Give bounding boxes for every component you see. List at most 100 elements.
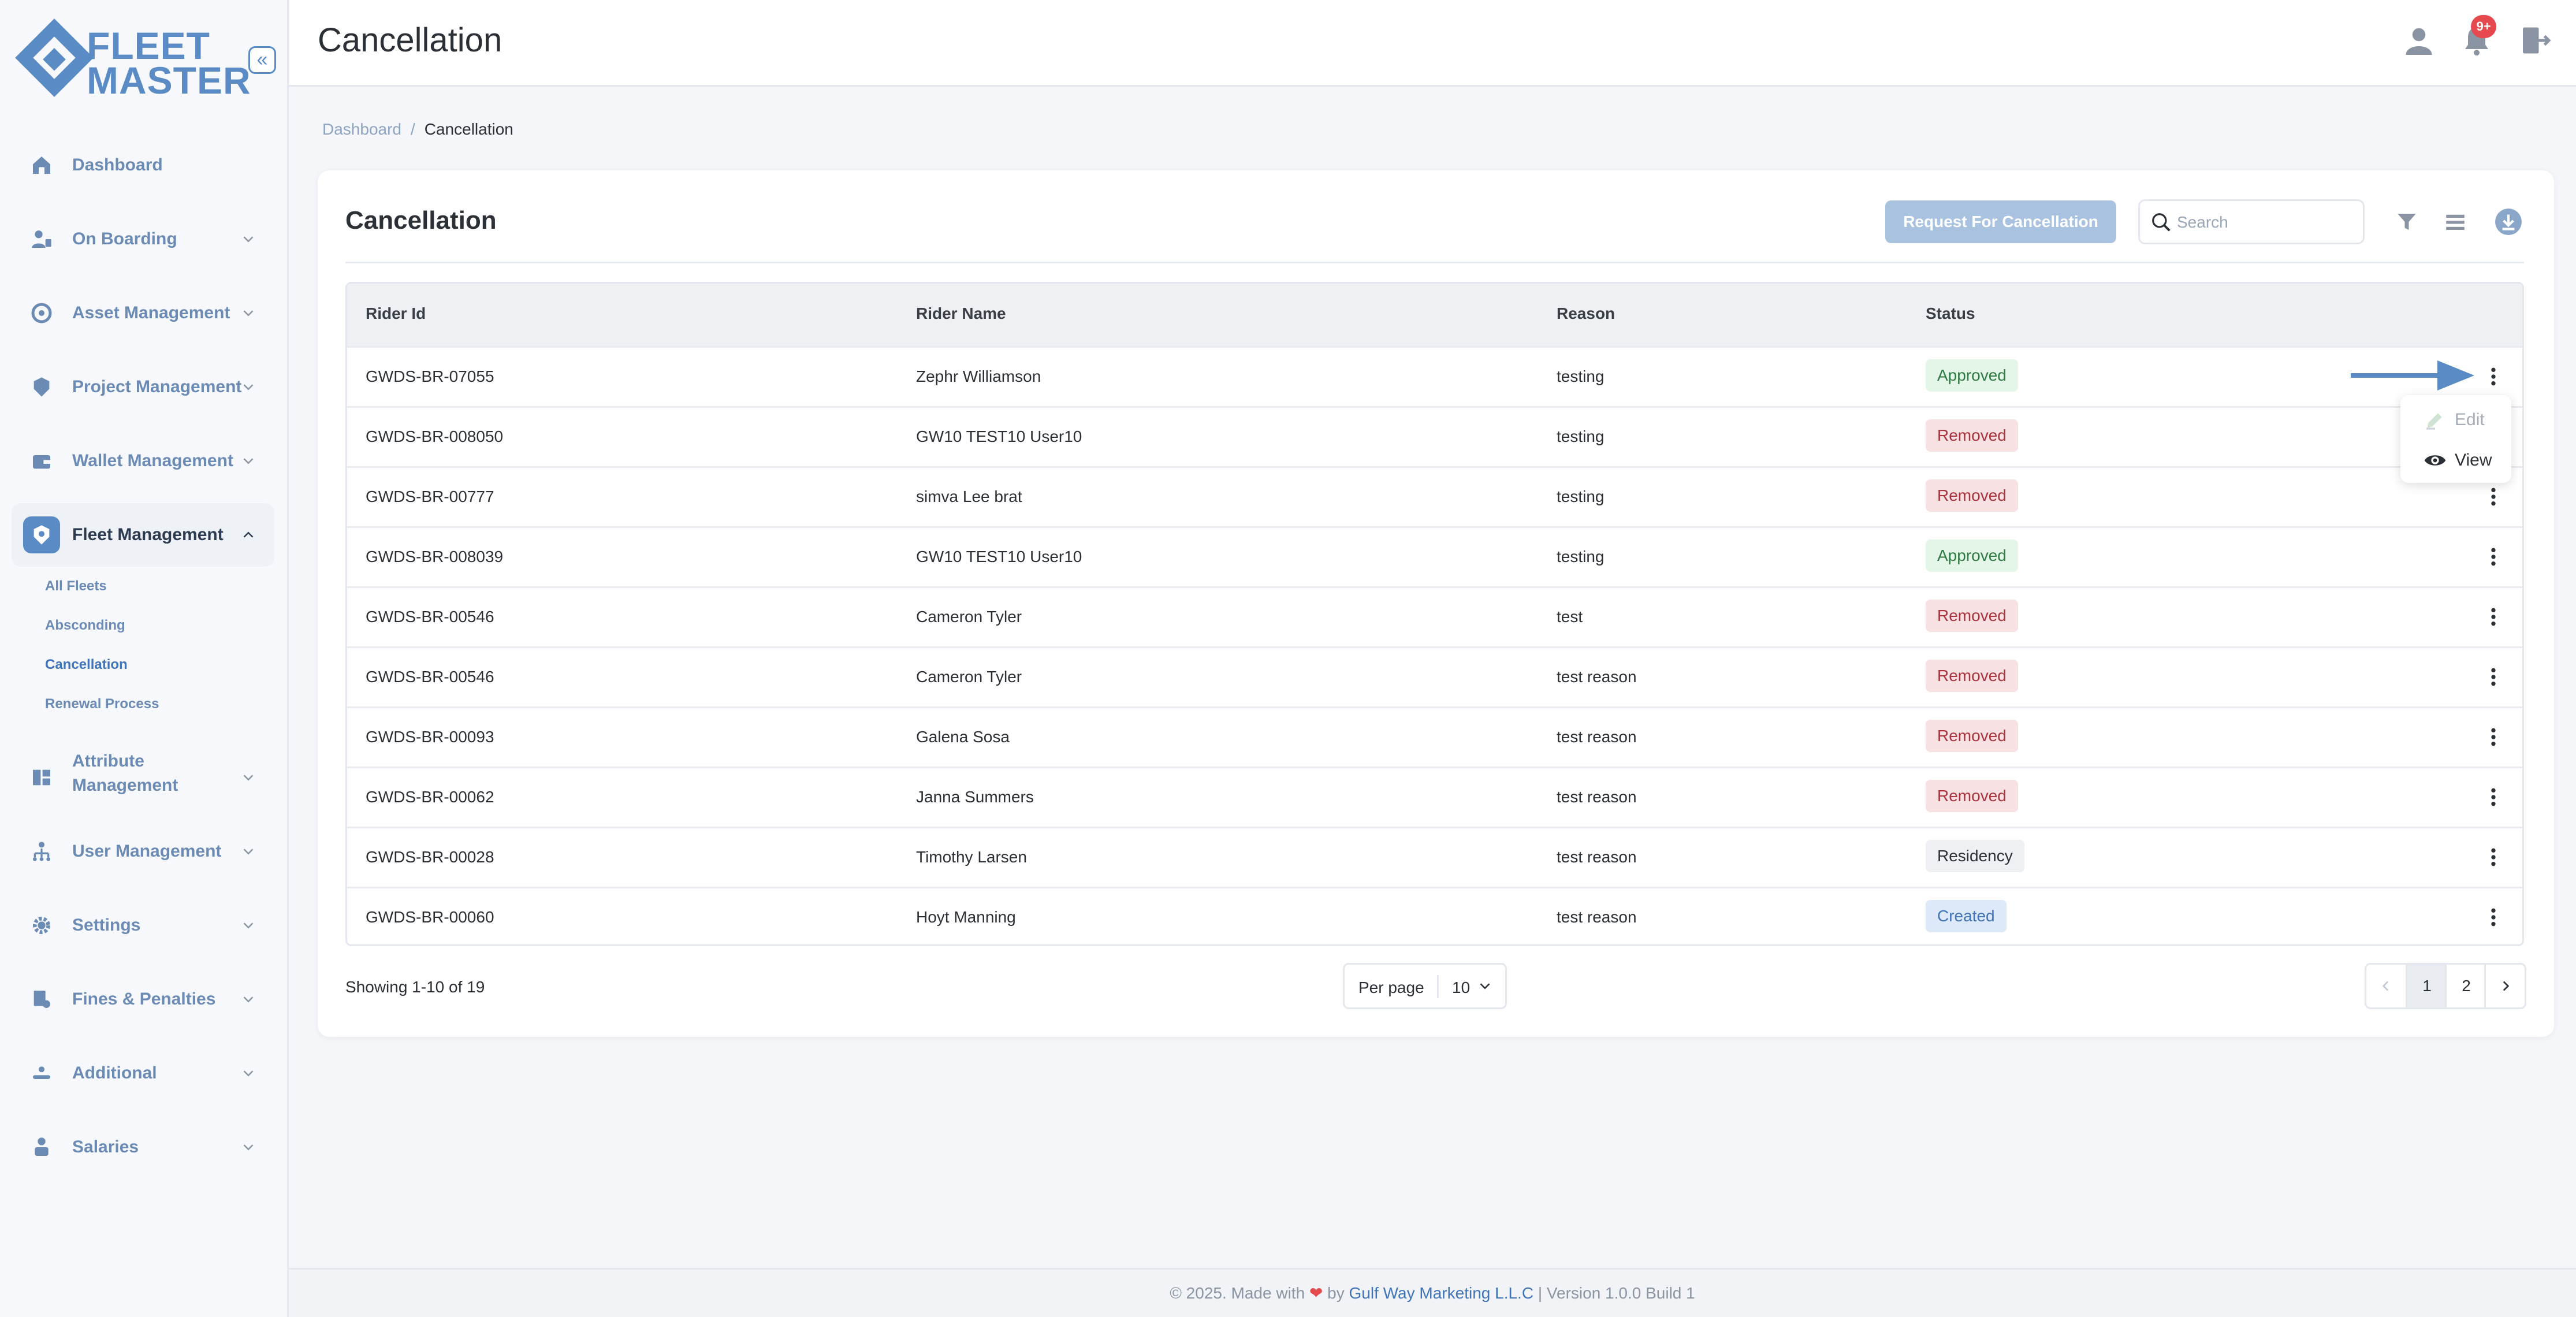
sidebar-item-settings[interactable]: Settings [12,894,274,957]
next-page-button[interactable] [2484,965,2525,1007]
collapse-sidebar-button[interactable]: « [248,46,276,74]
rider-name-cell: Janna Summers [916,788,1034,806]
table-row[interactable]: GWDS-BR-00546 Cameron Tyler test Removed [347,586,2522,646]
submenu-item-cancellation[interactable]: Cancellation [45,657,128,673]
chevron-down-icon [243,236,254,243]
sidebar-item-label: User Management [72,842,222,861]
status-badge: Removed [1926,600,2018,632]
rider-id-cell: GWDS-BR-00028 [366,848,494,866]
footer-version: | Version 1.0.0 Build 1 [1538,1284,1695,1302]
row-actions-kebab-icon[interactable] [2482,783,2505,811]
filter-icon[interactable] [2395,210,2419,234]
chevron-down-icon [243,1144,254,1151]
reason-cell: test reason [1557,848,1637,866]
request-for-cancellation-button[interactable]: Request For Cancellation [1885,200,2116,243]
page-button-2[interactable]: 2 [2445,965,2486,1007]
submenu-item-absconding[interactable]: Absconding [45,617,125,634]
card-title: Cancellation [345,206,497,235]
column-header-reason[interactable]: Reason [1557,304,1615,323]
rider-name-cell: Cameron Tyler [916,608,1022,626]
submenu-item-renewal-process[interactable]: Renewal Process [45,696,159,712]
sidebar-item-dashboard[interactable]: Dashboard [12,133,274,197]
footer-company-link[interactable]: Gulf Way Marketing L.L.C [1349,1284,1534,1302]
table-row[interactable]: GWDS-BR-00062 Janna Summers test reason Rem… [347,767,2522,827]
status-badge: Created [1926,900,2007,932]
sidebar-item-on-boarding[interactable]: On Boarding [12,207,274,271]
sidebar-item-attribute-management[interactable]: Attribute Management [12,740,274,815]
row-actions-kebab-icon[interactable] [2482,903,2505,931]
row-menu-edit-label: Edit [2455,410,2485,429]
row-actions-kebab-icon[interactable] [2482,543,2505,571]
sidebar-item-wallet-management[interactable]: Wallet Management [12,429,274,493]
per-page-select[interactable]: Per page 10 [1343,963,1507,1009]
rider-id-cell: GWDS-BR-008039 [366,548,504,566]
row-menu-edit[interactable]: Edit [2400,400,2511,440]
rider-id-cell: GWDS-BR-00546 [366,668,494,686]
sidebar-item-user-management[interactable]: User Management [12,820,274,883]
row-actions-kebab-icon[interactable] [2482,843,2505,871]
topbar: Cancellation [289,0,2576,87]
prev-page-button[interactable] [2366,965,2406,1007]
footer-prefix: © 2025. Made with [1170,1284,1305,1302]
search-box[interactable] [2138,199,2365,244]
sidebar-item-salaries[interactable]: Salaries [12,1115,274,1179]
table-row[interactable]: GWDS-BR-008050 GW10 TEST10 User10 testing R… [347,406,2522,466]
sidebar-item-label: Asset Management [72,303,230,322]
row-actions-kebab-icon[interactable] [2482,483,2505,511]
fleet-icon [23,516,60,553]
reason-cell: testing [1557,367,1605,385]
chevron-down-icon [243,922,254,929]
download-icon[interactable] [2494,207,2523,236]
logo-text-line2: MASTER [87,59,251,102]
reason-cell: test reason [1557,668,1637,686]
sidebar-item-project-management[interactable]: Project Management [12,355,274,419]
table-row[interactable]: GWDS-BR-00777 simva Lee brat testing Remove… [347,466,2522,526]
row-menu-view-label: View [2455,451,2492,470]
chevron-down-icon [243,849,254,855]
per-page-divider [1437,975,1439,998]
reason-cell: test [1557,608,1583,626]
fleet-master-logo[interactable]: FLEET MASTER [15,18,251,102]
page-title: Cancellation [318,21,502,59]
sidebar-item-additional[interactable]: Additional [12,1041,274,1105]
table-row[interactable]: GWDS-BR-00060 Hoyt Manning test reason Crea… [347,887,2522,944]
page-button-1[interactable]: 1 [2406,965,2447,1007]
footer: © 2025. Made with ❤ by Gulf Way Marketin… [289,1268,2576,1317]
row-actions-kebab-icon[interactable] [2482,363,2505,390]
sidebar-item-label: Fleet Management [72,525,224,544]
additional-icon [23,1055,60,1092]
reason-cell: test reason [1557,788,1637,806]
chevron-down-icon [243,458,254,464]
table-row[interactable]: GWDS-BR-00093 Galena Sosa test reason Remov… [347,706,2522,767]
column-header-rider-name[interactable]: Rider Name [916,304,1006,323]
rider-name-cell: simva Lee brat [916,488,1022,505]
row-menu-view[interactable]: View [2400,440,2511,481]
user-profile-icon[interactable] [2402,23,2436,58]
status-badge: Removed [1926,479,2018,512]
table-row[interactable]: GWDS-BR-008039 GW10 TEST10 User10 testing A… [347,526,2522,586]
status-badge: Removed [1926,720,2018,752]
table-row[interactable]: GWDS-BR-00028 Timothy Larsen test reason Re… [347,827,2522,887]
column-header-rider-id[interactable]: Rider Id [366,304,426,323]
table-row[interactable]: GWDS-BR-00546 Cameron Tyler test reason Rem… [347,646,2522,706]
sidebar-item-asset-management[interactable]: Asset Management [12,281,274,345]
column-header-status[interactable]: Status [1926,304,1975,323]
logout-icon[interactable] [2517,23,2552,58]
salaries-icon [23,1129,60,1166]
column-settings-icon[interactable] [2443,210,2467,234]
status-badge: Residency [1926,840,2024,872]
row-actions-kebab-icon[interactable] [2482,723,2505,751]
table-row[interactable]: GWDS-BR-07055 Zephr Williamson testing Appr… [347,346,2522,406]
user-management-icon [23,833,60,870]
row-actions-kebab-icon[interactable] [2482,663,2505,691]
sidebar-item-fines-penalties[interactable]: Fines & Penalties [12,968,274,1031]
pencil-icon [2426,413,2442,430]
row-actions-kebab-icon[interactable] [2482,603,2505,631]
sidebar-item-label: Additional [72,1063,157,1082]
app-root: FLEET MASTER « Dashboard On Boarding Ass… [0,0,2576,1317]
breadcrumb-dashboard-link[interactable]: Dashboard [322,120,401,138]
submenu-item-all-fleets[interactable]: All Fleets [45,578,107,594]
cancellation-table: Rider Id Rider Name Reason Status GWDS-B… [345,282,2524,946]
sidebar-item-fleet-management[interactable]: Fleet Management [12,503,274,567]
search-input[interactable] [2176,210,2351,235]
